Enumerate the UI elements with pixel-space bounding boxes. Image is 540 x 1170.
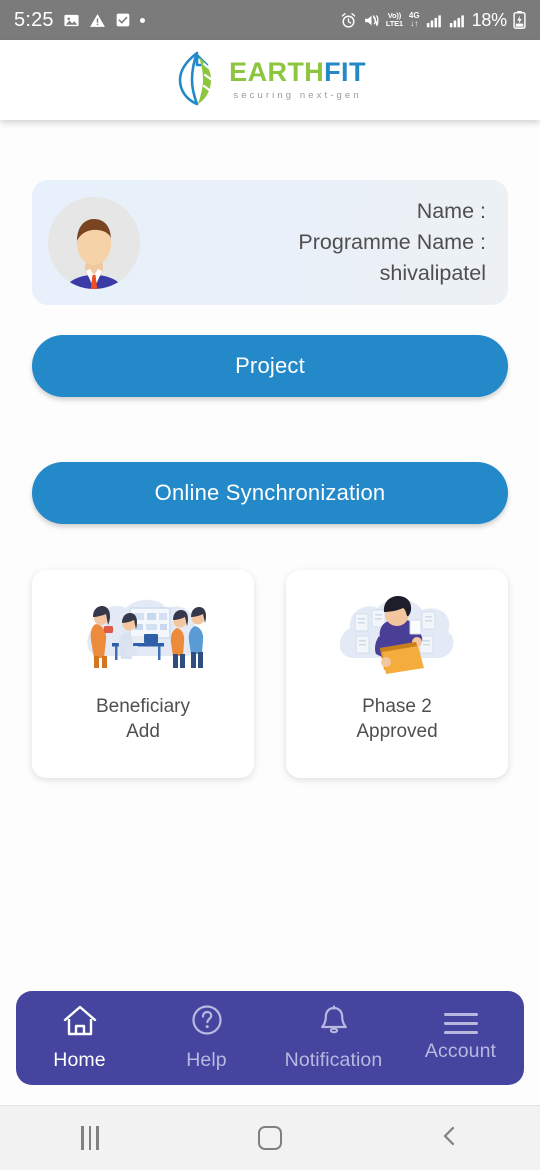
back-chevron-icon xyxy=(438,1124,462,1153)
leaf-logo-icon xyxy=(174,50,220,111)
recents-button[interactable] xyxy=(0,1126,180,1150)
logo-main-text: EARTHFIT xyxy=(229,59,366,86)
nav-label-help: Help xyxy=(186,1049,227,1071)
back-button[interactable] xyxy=(360,1124,540,1153)
nav-label-notification: Notification xyxy=(284,1049,383,1071)
home-icon xyxy=(61,1004,99,1043)
image-icon xyxy=(63,12,80,29)
signal-icon-2 xyxy=(449,13,466,28)
hamburger-menu-icon xyxy=(443,1013,478,1034)
name-label: Name : xyxy=(416,199,486,223)
question-circle-icon xyxy=(189,1004,225,1043)
logo-earth-text: EARTH xyxy=(229,57,325,88)
phase-2-approved-label: Phase 2 Approved xyxy=(356,696,438,742)
mute-vibrate-icon xyxy=(363,12,380,29)
volte-icon: Vo)) LTE1 xyxy=(385,11,403,28)
warning-icon xyxy=(89,12,106,29)
nav-label-account: Account xyxy=(424,1040,497,1062)
person-with-folder-illustration xyxy=(322,592,472,680)
nav-item-home[interactable]: Home xyxy=(16,1004,143,1072)
app-screen: 5:25 Vo)) LTE1 4G ↓↑ 18% EARTHFIT securi… xyxy=(0,0,540,1170)
beneficiary-add-tile[interactable]: Beneficiary Add xyxy=(32,570,254,778)
profile-card: Name : Programme Name : shivalipatel xyxy=(32,180,508,305)
user-avatar xyxy=(48,196,140,289)
main-content: Name : Programme Name : shivalipatel Pro… xyxy=(0,180,540,778)
office-meeting-illustration xyxy=(68,592,218,680)
nav-item-account[interactable]: Account xyxy=(397,1013,524,1063)
online-synchronization-button[interactable]: Online Synchronization xyxy=(32,462,508,524)
recents-icon xyxy=(81,1126,99,1150)
status-bar-right: Vo)) LTE1 4G ↓↑ 18% xyxy=(340,10,526,31)
bottom-navigation-bar: Home Help Notification Account xyxy=(16,991,524,1085)
status-bar-clock: 5:25 xyxy=(14,8,54,31)
dot-icon xyxy=(139,17,145,23)
alarm-icon xyxy=(340,12,357,29)
signal-icon-1 xyxy=(426,13,443,28)
battery-icon xyxy=(513,11,526,29)
feature-tiles: Beneficiary Add Phase 2 Approved xyxy=(32,570,508,778)
logo-tagline: securing next-gen xyxy=(233,90,362,102)
profile-details: Name : Programme Name : shivalipatel xyxy=(298,196,490,289)
username-value: shivalipatel xyxy=(379,261,486,285)
phase-2-approved-tile[interactable]: Phase 2 Approved xyxy=(286,570,508,778)
android-system-nav xyxy=(0,1105,540,1170)
nav-item-help[interactable]: Help xyxy=(143,1004,270,1072)
home-circle-icon xyxy=(258,1126,282,1150)
app-header: EARTHFIT securing next-gen xyxy=(0,40,540,120)
logo-wordmark: EARTHFIT securing next-gen xyxy=(229,59,366,101)
logo-fit-text: FIT xyxy=(324,57,366,88)
bell-icon xyxy=(317,1004,351,1043)
status-bar-left: 5:25 xyxy=(14,9,145,32)
nav-label-home: Home xyxy=(53,1049,106,1071)
project-button[interactable]: Project xyxy=(32,335,508,397)
home-button[interactable] xyxy=(180,1126,360,1150)
battery-percent-label: 18% xyxy=(471,9,508,30)
app-logo: EARTHFIT securing next-gen xyxy=(174,50,366,111)
checkbox-icon xyxy=(115,12,131,28)
nav-item-notification[interactable]: Notification xyxy=(270,1004,397,1072)
4g-data-icon: 4G ↓↑ xyxy=(408,10,420,28)
status-bar: 5:25 Vo)) LTE1 4G ↓↑ 18% xyxy=(0,0,540,40)
beneficiary-add-label: Beneficiary Add xyxy=(96,696,190,742)
programme-name-label: Programme Name : xyxy=(298,230,486,254)
